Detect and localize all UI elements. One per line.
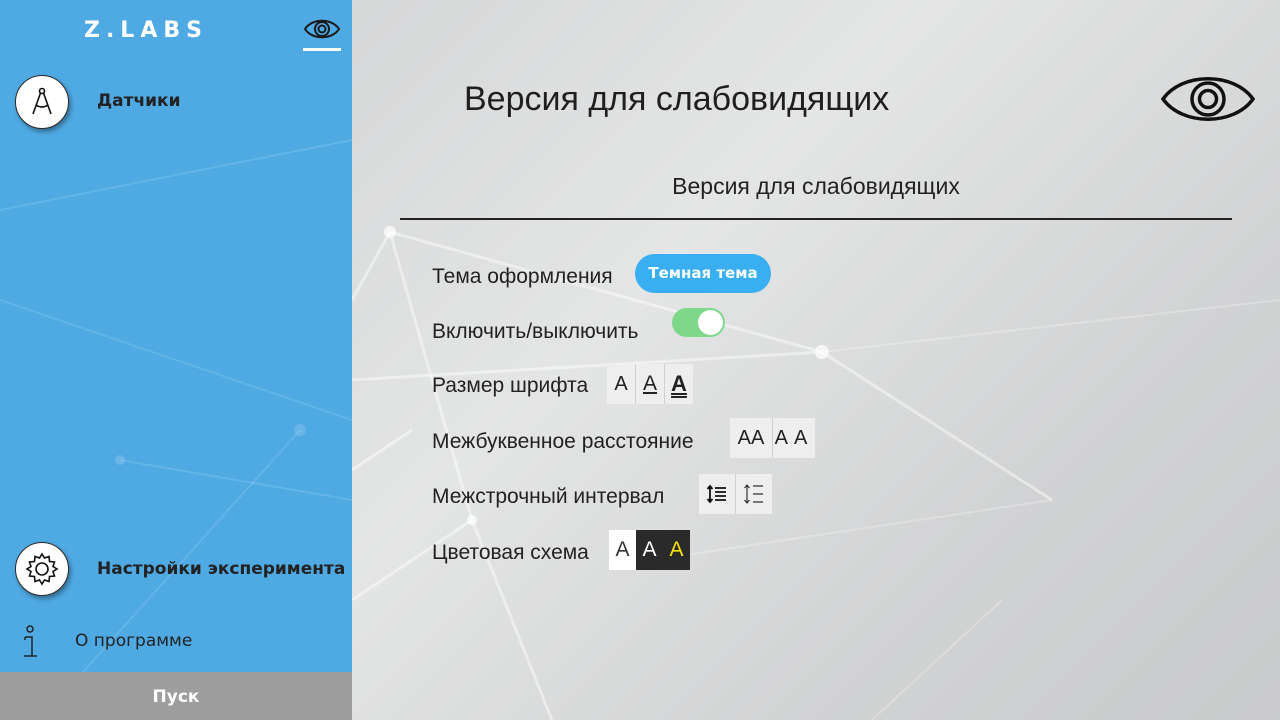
toggle-knob [698,310,723,335]
info-icon [24,625,37,657]
app-logo: Z.LABS [84,18,208,43]
line-spacing-tight-icon [706,484,726,504]
compass-icon [32,87,52,115]
line-spacing-wide-icon [744,484,763,504]
font-size-medium-button[interactable]: A [635,364,664,404]
experiment-settings-nav-button[interactable] [15,542,69,596]
section-title: Версия для слабовидящих [672,173,960,199]
eye-icon [1160,77,1256,121]
font-size-label: Размер шрифта [432,374,589,397]
experiment-settings-nav-label[interactable]: Настройки эксперимента [97,559,345,579]
toggle-label: Включить/выключить [432,320,639,343]
accessibility-toggle-button[interactable] [302,12,342,52]
section-divider [400,218,1232,220]
color-scheme-options: A A A [609,530,690,570]
font-size-options: A A A [607,364,693,404]
theme-label: Тема оформления [432,265,613,288]
color-scheme-white-button[interactable]: A [609,530,636,570]
letter-spacing-label: Межбуквенное расстояние [432,430,694,453]
start-button[interactable]: Пуск [0,672,352,720]
sidebar: Z.LABS Датчики Настройки эксперимента О … [0,0,352,720]
line-spacing-label: Межстрочный интервал [432,485,665,508]
sensors-nav-button[interactable] [15,75,69,129]
dark-theme-button[interactable]: Темная тема [635,254,771,293]
accessibility-toggle-switch[interactable] [672,308,725,337]
letter-spacing-normal-button[interactable]: AA [730,418,772,458]
font-size-large-button[interactable]: A [664,364,693,404]
eye-icon [303,19,341,39]
color-scheme-black-button[interactable]: A [636,530,663,570]
about-nav-item[interactable]: О программе [0,618,352,666]
line-spacing-wide-button[interactable] [735,474,772,514]
sensors-nav-label[interactable]: Датчики [97,91,181,111]
toggle-underline [303,48,341,51]
font-size-small-button[interactable]: A [607,364,635,404]
line-spacing-options [699,474,772,514]
main-panel: Версия для слабовидящих Версия для слабо… [352,0,1280,720]
color-scheme-label: Цветовая схема [432,541,589,564]
letter-spacing-wide-button[interactable]: AA [772,418,815,458]
gear-icon [25,552,59,586]
about-nav-label: О программе [75,631,193,651]
letter-spacing-options: AA AA [730,418,815,458]
line-spacing-tight-button[interactable] [699,474,735,514]
page-title: Версия для слабовидящих [464,80,890,118]
color-scheme-yellow-button[interactable]: A [663,530,690,570]
